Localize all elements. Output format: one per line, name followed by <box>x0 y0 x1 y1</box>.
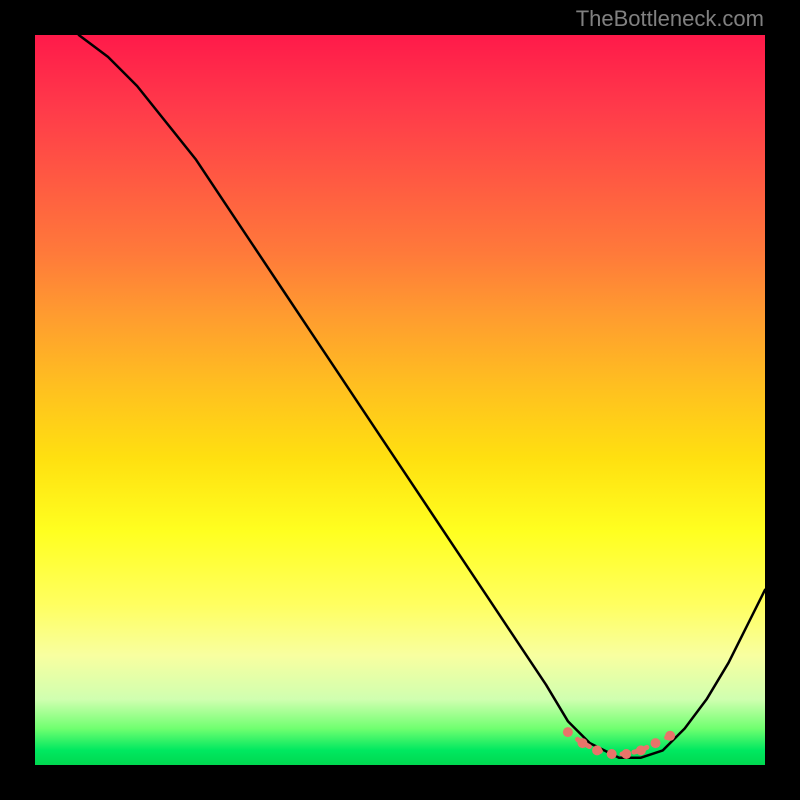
bottleneck-curve <box>79 35 765 758</box>
chart-container: TheBottleneck.com <box>0 0 800 800</box>
plot-area <box>35 35 765 765</box>
watermark-text: TheBottleneck.com <box>576 6 764 32</box>
chart-svg <box>35 35 765 765</box>
